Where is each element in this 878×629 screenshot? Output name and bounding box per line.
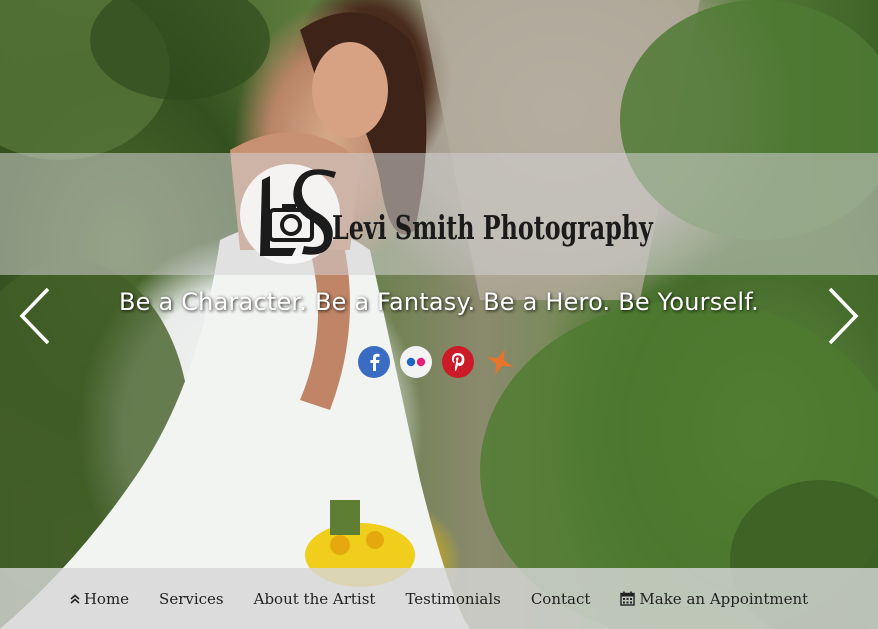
- star-button[interactable]: [484, 346, 516, 378]
- pinterest-button[interactable]: [442, 346, 474, 378]
- nav-item-label: Home: [83, 589, 130, 608]
- nav-item-make-an-appointment[interactable]: Make an Appointment: [620, 590, 808, 608]
- nav-item-about-the-artist[interactable]: About the Artist: [254, 590, 376, 608]
- bottom-nav: Home Services About the Artist Testimoni…: [0, 568, 878, 629]
- pinterest-icon: [452, 353, 465, 371]
- double-chevron-up-icon: [70, 593, 80, 604]
- nav-item-label: Services: [159, 589, 224, 608]
- nav-item-contact[interactable]: Contact: [531, 590, 591, 608]
- nav-item-label: Testimonials: [405, 589, 501, 608]
- facebook-icon: [370, 353, 380, 371]
- social-links: [358, 346, 516, 378]
- nav-item-label: Contact: [530, 589, 591, 608]
- facebook-button[interactable]: [358, 346, 390, 378]
- nav-item-testimonials[interactable]: Testimonials: [405, 590, 500, 608]
- camera-monogram-icon: [260, 169, 336, 256]
- nav-item-services[interactable]: Services: [159, 590, 224, 608]
- nav-item-home[interactable]: Home: [70, 590, 129, 608]
- hero-tagline: Be a Character. Be a Fantasy. Be a Hero.…: [119, 288, 759, 316]
- nav-item-label: About the Artist: [253, 589, 376, 608]
- nav-item-label: Make an Appointment: [639, 589, 809, 608]
- flickr-icon: [406, 357, 426, 367]
- brand-logo[interactable]: Levi Smith Photography: [240, 162, 653, 270]
- brand-name: Levi Smith Photography: [332, 208, 653, 247]
- nav-menu: Home Services About the Artist Testimoni…: [70, 590, 808, 608]
- chevron-left-icon: [19, 287, 50, 345]
- calendar-icon: [620, 591, 636, 606]
- carousel-prev-button[interactable]: [16, 285, 56, 347]
- carousel-next-button[interactable]: [822, 285, 862, 347]
- flickr-button[interactable]: [400, 346, 432, 378]
- chevron-right-icon: [828, 287, 859, 345]
- star-icon: [486, 348, 514, 376]
